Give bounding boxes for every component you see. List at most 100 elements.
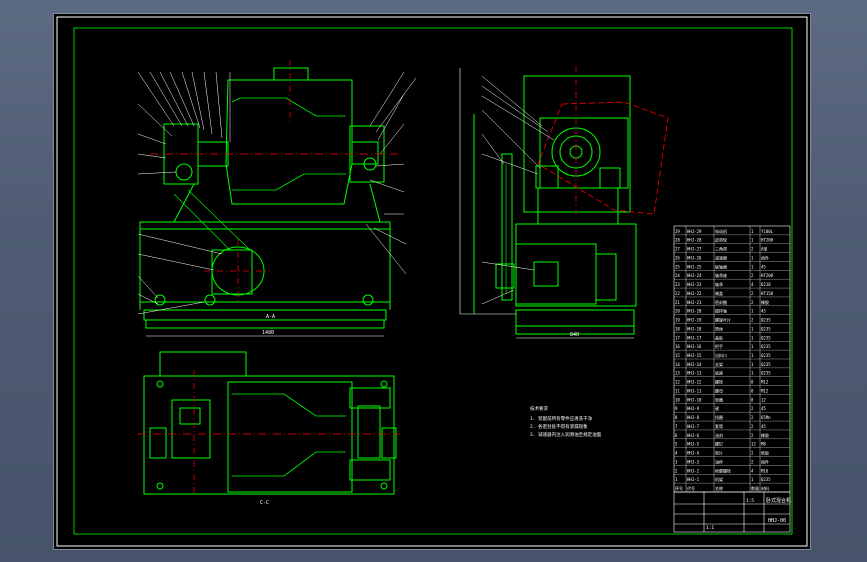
side-leaders [481,75,555,305]
bom-cell: HHJ-11 [687,388,702,393]
bom-cell: 联轴器 [715,263,727,269]
side-motor [515,243,597,305]
bom-cell: 20 [675,309,680,314]
front-dim-text: 1480 [262,330,274,336]
bom-cell: 28 [675,238,680,243]
bom-cell: 轴承座 [715,272,727,278]
bom-cell: HHJ-20 [687,309,702,314]
bom-cell: HHJ-24 [687,273,702,278]
bom-cell: 垫片 [715,450,723,456]
gearbox [539,117,629,189]
bom-cell: 2 [751,247,754,252]
bom-cell: 把手 [715,343,723,349]
bom-cell: HHJ-1 [687,477,700,482]
bom-cell: 1 [751,229,754,234]
bom-cell: 电动机 [715,228,727,234]
bom-cell: 4 [751,468,754,473]
bom-cell: HHJ-12 [687,380,702,385]
bom-cell: HHJ-2 [687,468,700,473]
bom-cell: HHJ-8 [687,415,700,420]
bom-cell: HHJ-29 [687,229,702,234]
bom-cell: 45 [761,406,766,411]
bom-cell: HHJ-18 [687,326,702,331]
bom-table: 29 HHJ-29 电动机 1 Y100L28 HHJ-28 皮带轮 1 HT20027 HHJ-… [673,225,791,493]
bom-cell: Q235 [761,318,771,323]
bom-cell: 5 [675,442,678,447]
bom-cell: 6 [675,433,678,438]
cad-viewport[interactable]: A-A 1480 840 C-C 技术要求 1. 装配前所有零件应清洗干净 2.… [0,0,867,562]
bom-header-cell: 名称 [715,485,723,491]
bom-cell: 11 [675,388,680,393]
bom-cell: 键 [715,405,719,411]
bom-cell: HHJ-19 [687,318,702,323]
bom-cell: 15 [675,353,680,358]
bom-cell: 8 [675,415,678,420]
bom-cell: 搅拌轴 [715,308,727,314]
bom-cell: 13 [675,371,680,376]
bom-cell: 2 [751,273,754,278]
bom-cell: HHJ-17 [687,335,702,340]
bom-cell: Q235 [761,353,771,358]
bom-cell: 组件 [761,254,769,260]
bom-cell: 1 [751,264,754,269]
bom-cell: 1 [751,362,754,367]
bom-cell: HHJ-10 [687,397,702,402]
bom-cell: 1 [751,477,754,482]
bom-cell: 23 [675,282,680,287]
bom-cell: 12 [751,442,756,447]
title-scale: 1:5 [746,498,754,504]
bom-cell: A型 [761,246,767,252]
bom-cell: 19 [675,318,680,323]
bom-cell: 1 [751,238,754,243]
bom-cell: Q235 [761,344,771,349]
bom-header-cell: 数量 [751,485,759,491]
bom-cell: 1 [751,335,754,340]
bom-cell: 垫圈 [715,396,723,402]
bom-cell: HHJ-6 [687,433,700,438]
bom-cell: M16 [761,468,769,473]
note-title: 技术要求 [530,405,548,412]
bom-cell: 4 [675,451,678,456]
bom-cell: 螺母 [715,387,723,393]
bom-cell: HHJ-15 [687,353,702,358]
bom-cell: 轴承 [715,281,723,287]
side-view [473,75,637,335]
top-view [143,351,397,495]
bom-cell: HHJ-14 [687,362,702,367]
bom-cell: 8 [751,380,754,385]
bom-cell: HHJ-25 [687,264,702,269]
side-dim-text: 840 [570,332,579,338]
bom-cell: 2 [675,468,678,473]
lid-open-phantom [537,101,669,215]
bom-cell: 螺钉 [715,441,723,447]
bom-header-cell: 材料 [761,485,769,491]
bom-cell: 油杯 [715,458,723,464]
front-leaders [137,71,417,315]
bom-cell: 地脚螺栓 [715,467,731,473]
title-name: 卧式混合机 [766,497,791,504]
bom-cell: 21 [675,300,680,305]
bom-cell: HHJ-22 [687,291,702,296]
bom-cell: 1 [751,353,754,358]
bom-cell: 1 [751,326,754,331]
bom-cell: 65Mn [761,415,771,420]
front-base-plate [145,319,385,329]
bom-cell: 2 [751,318,754,323]
front-section-label: A-A [266,314,275,320]
top-section-label: C-C [260,500,269,506]
bom-cell: HHJ-23 [687,282,702,287]
technical-notes: 技术要求 1. 装配前所有零件应清洗干净 2. 各密封处不得有渗漏现象 3. 减… [530,405,602,438]
bom-cell: 1 [751,371,754,376]
bom-cell: 27 [675,247,680,252]
bom-cell: 纸板 [761,450,769,456]
bom-cell: 3 [675,459,678,464]
lid-handle [273,67,309,80]
bom-cell: 出料口 [715,352,727,358]
bom-cell: 2 [751,451,754,456]
bom-cell: 皮带轮 [715,237,727,243]
bom-cell: 机架 [715,476,723,482]
bom-cell: HHJ-7 [687,424,700,429]
bom-header-cell: 序号 [675,485,683,491]
bom-cell: 2 [751,424,754,429]
bom-cell: 16 [675,344,680,349]
